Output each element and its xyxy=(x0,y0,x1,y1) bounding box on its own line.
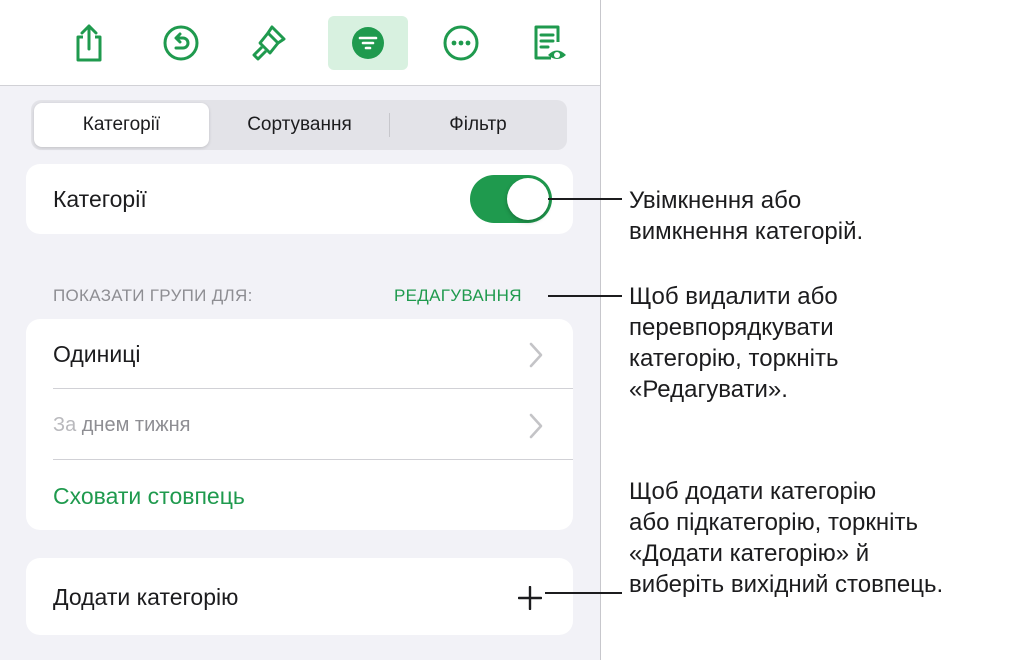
organize-panel: Категорії Сортування Фільтр Категорії ПО… xyxy=(0,0,601,660)
group-row-units[interactable]: Одиниці xyxy=(26,319,573,389)
callout-line-edit xyxy=(548,295,622,297)
group-row-prefix: За xyxy=(53,414,77,436)
row-divider xyxy=(53,388,573,389)
callout-toggle: Увімкнення або вимкнення категорій. xyxy=(629,187,864,245)
group-row-label: Одиниці xyxy=(53,341,141,367)
categories-toggle-row: Категорії xyxy=(26,164,573,234)
hide-column-button[interactable]: Сховати стовпець xyxy=(26,461,573,531)
callout-line-toggle xyxy=(548,198,622,200)
tab-categories[interactable]: Категорії xyxy=(34,103,209,147)
share-button[interactable] xyxy=(49,16,129,70)
reading-view-icon xyxy=(534,25,566,60)
tab-sort[interactable]: Сортування xyxy=(212,103,387,147)
plus-icon[interactable] xyxy=(518,586,542,610)
groups-section-header: ПОКАЗАТИ ГРУПИ ДЛЯ: xyxy=(53,286,253,305)
organize-icon xyxy=(352,27,384,59)
callout-line-add xyxy=(545,592,622,594)
toggle-knob xyxy=(507,178,549,220)
more-icon xyxy=(443,25,479,61)
add-category-row[interactable]: Додати категорію xyxy=(26,558,573,635)
tab-filter[interactable]: Фільтр xyxy=(392,103,564,147)
categories-toggle-label: Категорії xyxy=(53,186,147,212)
edit-groups-button[interactable]: РЕДАГУВАННЯ xyxy=(394,286,522,306)
row-divider xyxy=(53,459,573,460)
tab-bar: Категорії Сортування Фільтр xyxy=(31,100,567,150)
chevron-right-icon xyxy=(529,413,543,439)
tab-divider xyxy=(389,113,390,137)
more-button[interactable] xyxy=(421,16,501,70)
callout-edit: Щоб видалити або перевпорядкувати катего… xyxy=(629,283,839,403)
callout-add: Щоб додати категорію або підкатегорію, т… xyxy=(629,478,944,598)
group-row-weekday[interactable]: За днем тижня xyxy=(26,390,573,460)
chevron-right-icon xyxy=(529,342,543,368)
group-row-value: днем тижня xyxy=(81,414,191,436)
groups-list: Одиниці За днем тижня Сховати стовпець xyxy=(26,319,573,530)
hide-column-label: Сховати стовпець xyxy=(53,483,245,509)
categories-toggle-switch[interactable] xyxy=(470,175,552,223)
group-row-label: За днем тижня xyxy=(53,414,191,437)
add-category-label: Додати категорію xyxy=(53,584,239,610)
organize-button[interactable] xyxy=(328,16,408,70)
share-icon xyxy=(76,24,102,62)
undo-button[interactable] xyxy=(141,16,221,70)
toolbar xyxy=(0,0,600,86)
undo-icon xyxy=(163,25,199,61)
reading-view-button[interactable] xyxy=(509,16,589,70)
paintbrush-icon xyxy=(252,25,286,61)
format-button[interactable] xyxy=(229,16,309,70)
